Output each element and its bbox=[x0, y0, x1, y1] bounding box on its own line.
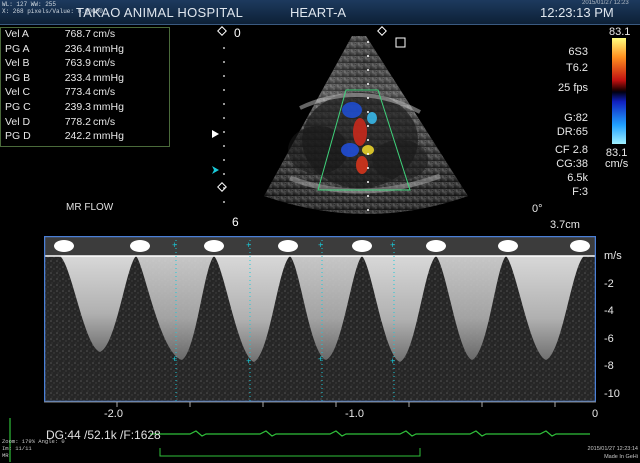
preset-name: T6.2 bbox=[565, 62, 588, 74]
y-tick-label: -2 bbox=[604, 278, 614, 290]
footer-info: 2015/01/27 12:23:14 Made In GeHi bbox=[582, 445, 638, 461]
ultrasound-screen: WL: 127 WW: 255 X: 268 pixels/Value: 0.0… bbox=[0, 0, 640, 463]
image-count-text: Im: 11/11 bbox=[2, 445, 32, 452]
color-scale-unit: cm/s bbox=[605, 158, 629, 170]
svg-text:+: + bbox=[246, 356, 251, 366]
probe-diamond bbox=[377, 26, 387, 36]
color-velocity-bar bbox=[612, 38, 626, 144]
svg-text:+: + bbox=[172, 240, 177, 250]
probe-name: 6S3 bbox=[568, 46, 588, 58]
gain-value: G:82 bbox=[564, 112, 588, 124]
color-scale-bottom: 83.1 cm/s bbox=[605, 148, 628, 170]
depth-value: 3.7cm bbox=[550, 219, 580, 231]
focus-marker-icon[interactable] bbox=[212, 130, 219, 138]
velocity-unit: m/s bbox=[604, 250, 622, 262]
time-axis bbox=[44, 401, 596, 407]
depth-bottom-diamond bbox=[217, 182, 227, 192]
footer-datetime: 2015/01/27 12:23:14 bbox=[587, 446, 638, 452]
y-tick-label: -8 bbox=[604, 360, 614, 372]
svg-text:+: + bbox=[246, 240, 251, 250]
filter-value: F:3 bbox=[572, 186, 588, 198]
y-tick-label: -10 bbox=[604, 388, 620, 400]
cyan-focus-icon[interactable] bbox=[212, 166, 219, 174]
dynamic-range: DR:65 bbox=[556, 126, 588, 138]
depth-top-label: 0 bbox=[234, 26, 241, 40]
color-frequency: CF 2.8 bbox=[554, 144, 588, 156]
depth-bottom-label: 6 bbox=[232, 215, 239, 229]
frame-rate: 25 fps bbox=[558, 82, 588, 94]
svg-text:+: + bbox=[172, 354, 177, 364]
angle-value: 0° bbox=[532, 203, 543, 215]
svg-text:+: + bbox=[390, 240, 395, 250]
doppler-spectrum[interactable]: + + + + + + + + bbox=[44, 236, 596, 402]
footer-vendor: Made In GeHi bbox=[604, 454, 638, 460]
depth-top-diamond bbox=[217, 26, 227, 36]
orientation-icon bbox=[395, 37, 406, 48]
depth-scale bbox=[223, 47, 225, 203]
svg-text:+: + bbox=[318, 240, 323, 250]
image-info: Zoom: 179% Angle: 0 Im: 11/11 MR bbox=[2, 438, 65, 459]
y-tick-label: -4 bbox=[604, 305, 614, 317]
study-label: MR bbox=[2, 452, 9, 459]
color-scale-top: 83.1 bbox=[609, 26, 631, 38]
prf-value: 6.5k bbox=[567, 172, 588, 184]
y-tick-label: -6 bbox=[604, 333, 614, 345]
annotation-label[interactable]: MR FLOW bbox=[66, 202, 113, 213]
color-gain: CG:38 bbox=[556, 158, 588, 170]
zoom-text: Zoom: 179% Angle: 0 bbox=[2, 438, 65, 445]
svg-text:+: + bbox=[318, 354, 323, 364]
svg-text:+: + bbox=[390, 356, 395, 366]
